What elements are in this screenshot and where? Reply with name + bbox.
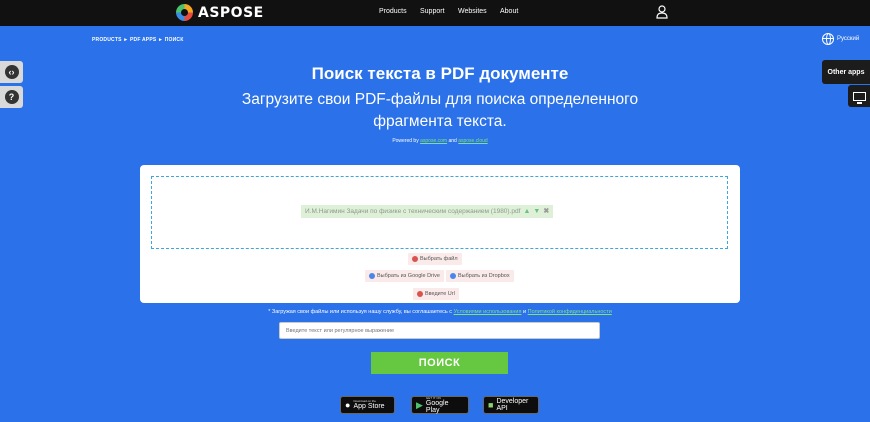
terms-of-service-link[interactable]: Условиями использования	[454, 309, 522, 315]
url-button[interactable]: Введите Url	[413, 288, 459, 300]
top-navbar: ASPOSE Products Support Websites About	[0, 0, 870, 26]
app-store-badge[interactable]: ● Download on the App Store	[340, 396, 395, 414]
link-icon	[417, 291, 423, 297]
terms-prefix: * Загружая свои файлы или используя нашу…	[268, 309, 453, 315]
user-icon[interactable]	[656, 5, 668, 19]
globe-icon	[822, 33, 834, 45]
google-drive-button[interactable]: Выбрать из Google Drive	[365, 270, 444, 282]
choose-file-label: Выбрать файл	[420, 256, 458, 262]
aspose-logo-icon	[176, 4, 193, 21]
developer-api-text: Developer API	[496, 398, 529, 412]
google-drive-label: Выбрать из Google Drive	[377, 273, 440, 279]
url-label: Введите Url	[425, 291, 455, 297]
desktop-app-button[interactable]	[848, 85, 870, 107]
choose-file-button[interactable]: Выбрать файл	[408, 253, 462, 265]
nav-websites[interactable]: Websites	[458, 8, 500, 15]
google-play-badge[interactable]: ▶ GET IT ON Google Play	[411, 396, 469, 414]
help-button[interactable]: ?	[0, 86, 23, 108]
remove-file-icon[interactable]: ✖	[543, 205, 549, 218]
search-input[interactable]	[279, 322, 600, 339]
terms-notice: * Загружая свои файлы или используя нашу…	[0, 309, 870, 315]
file-name: И.М.Нагимин Задачи по физике с техническ…	[305, 208, 521, 215]
page-title: Поиск текста в PDF документе	[311, 64, 569, 83]
google-play-icon: ▶	[416, 399, 423, 410]
aspose-cloud-link[interactable]: aspose.cloud	[458, 138, 487, 144]
aspose-com-link[interactable]: aspose.com	[420, 138, 447, 144]
nav-products[interactable]: Products	[379, 8, 420, 15]
powered-prefix: Powered by	[392, 138, 419, 144]
privacy-policy-link[interactable]: Политикой конфиденциальности	[528, 309, 612, 315]
main-nav: Products Support Websites About	[379, 8, 530, 15]
move-down-icon[interactable]: ▼	[533, 205, 540, 218]
page-subtitle: Загрузите свои PDF-файлы для поиска опре…	[241, 91, 639, 130]
app-store-big-text: App Store	[353, 403, 385, 410]
file-icon	[412, 256, 418, 262]
file-dropzone[interactable]: И.М.Нагимин Задачи по физике с техническ…	[151, 176, 728, 249]
language-label: Русский	[837, 36, 860, 42]
google-drive-icon	[369, 273, 375, 279]
monitor-icon	[852, 91, 866, 104]
developer-api-badge[interactable]: ■ Developer API	[483, 396, 539, 414]
dropbox-icon	[450, 273, 456, 279]
aspose-logo[interactable]: ASPOSE	[176, 4, 264, 21]
language-selector[interactable]: Русский	[822, 33, 859, 45]
uploaded-file-chip: И.М.Нагимин Задачи по физике с техническ…	[301, 205, 554, 218]
move-up-icon[interactable]: ▲	[523, 205, 530, 218]
api-icon: ■	[488, 399, 494, 410]
nav-support[interactable]: Support	[420, 8, 458, 15]
dropbox-button[interactable]: Выбрать из Dropbox	[446, 270, 514, 282]
brand-name: ASPOSE	[198, 4, 264, 21]
breadcrumb[interactable]: PRODUCTS ► PDF APPS ► ПОИСК	[92, 37, 183, 43]
terms-and: и	[523, 309, 527, 315]
google-play-big-text: Google Play	[425, 399, 449, 414]
search-button[interactable]: ПОИСК	[371, 352, 508, 374]
powered-by: Powered by aspose.com and aspose.cloud	[0, 138, 870, 144]
apple-icon: ●	[345, 399, 351, 410]
nav-about[interactable]: About	[500, 8, 530, 15]
dropbox-label: Выбрать из Dropbox	[458, 273, 510, 279]
upload-card: И.М.Нагимин Задачи по физике с техническ…	[140, 165, 740, 303]
question-icon: ?	[4, 90, 19, 104]
powered-and: and	[448, 138, 457, 144]
